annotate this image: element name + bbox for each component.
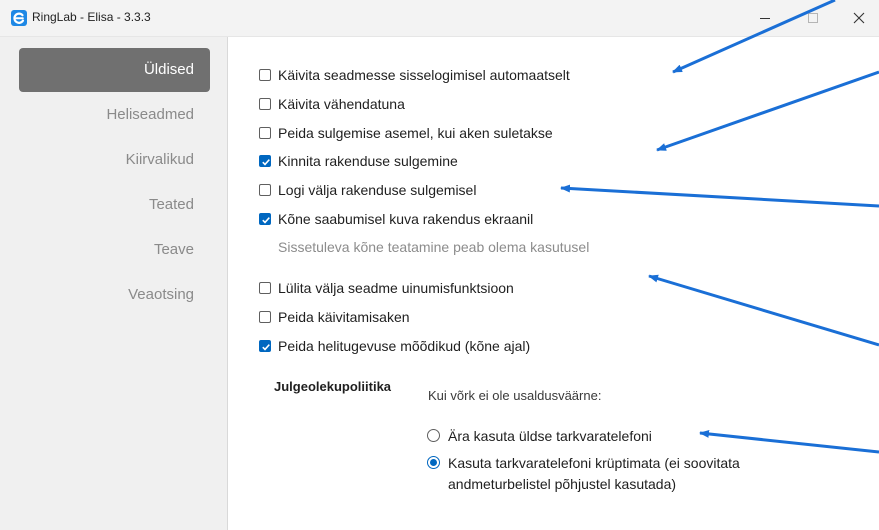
- option-label: Lülita välja seadme uinumisfunktsioon: [278, 280, 514, 296]
- option-label: Peida käivitamisaken: [278, 309, 410, 325]
- settings-panel: Käivita seadmesse sisselogimisel automaa…: [228, 37, 879, 530]
- sidebar-item-heliseadmed[interactable]: Heliseadmed: [19, 93, 210, 137]
- checkmark-icon: [262, 217, 270, 224]
- option-label: Peida sulgemise asemel, kui aken suletak…: [278, 125, 553, 141]
- security-policy-title: Julgeolekupoliitika: [274, 379, 392, 394]
- title-bar: RingLab - Elisa - 3.3.3: [0, 0, 879, 37]
- sidebar-item-kiirvalikud[interactable]: Kiirvalikud: [19, 138, 210, 182]
- radio-button[interactable]: [427, 429, 440, 442]
- window-title: RingLab - Elisa - 3.3.3: [32, 10, 151, 24]
- app-logo-icon: [11, 10, 27, 26]
- maximize-button[interactable]: [790, 0, 836, 36]
- option-hint: Sissetuleva kõne teatamine peab olema ka…: [278, 239, 590, 255]
- option-label: Käivita vähendatuna: [278, 96, 405, 112]
- radio-button-selected[interactable]: [427, 456, 440, 469]
- security-policy-question: Kui võrk ei ole usaldusväärne:: [428, 388, 602, 403]
- checkbox[interactable]: [259, 184, 271, 196]
- checkbox[interactable]: [259, 311, 271, 323]
- option-label: Logi välja rakenduse sulgemisel: [278, 182, 477, 198]
- sidebar-item-veaotsing[interactable]: Veaotsing: [19, 273, 210, 317]
- close-button[interactable]: [836, 0, 879, 36]
- radio-label: Ära kasuta üldse tarkvaratelefoni: [448, 428, 652, 444]
- sidebar-item-teave[interactable]: Teave: [19, 228, 210, 272]
- checkbox[interactable]: [259, 127, 271, 139]
- sidebar-item-uldised[interactable]: Üldised: [19, 48, 210, 92]
- checkbox[interactable]: [259, 69, 271, 81]
- checkbox-checked[interactable]: [259, 340, 271, 352]
- option-label: Käivita seadmesse sisselogimisel automaa…: [278, 67, 570, 83]
- option-label: Kinnita rakenduse sulgemine: [278, 153, 458, 169]
- maximize-icon: [808, 13, 818, 23]
- checkbox-checked[interactable]: [259, 213, 271, 225]
- option-label: Kõne saabumisel kuva rakendus ekraanil: [278, 211, 534, 227]
- checkbox[interactable]: [259, 282, 271, 294]
- radio-label: Kasuta tarkvaratelefoni krüptimata (ei s…: [448, 455, 740, 471]
- checkbox[interactable]: [259, 98, 271, 110]
- radio-label-continuation: andmeturbelistel põhjustel kasutada): [448, 476, 677, 492]
- sidebar: Üldised Heliseadmed Kiirvalikud Teated T…: [0, 37, 228, 530]
- minimize-icon: [760, 18, 770, 19]
- close-icon: [853, 12, 865, 24]
- checkbox-checked[interactable]: [259, 155, 271, 167]
- minimize-button[interactable]: [742, 0, 788, 36]
- sidebar-item-teated[interactable]: Teated: [19, 183, 210, 227]
- checkmark-icon: [262, 344, 270, 351]
- checkmark-icon: [262, 159, 270, 166]
- option-label: Peida helitugevuse mõõdikud (kõne ajal): [278, 338, 531, 354]
